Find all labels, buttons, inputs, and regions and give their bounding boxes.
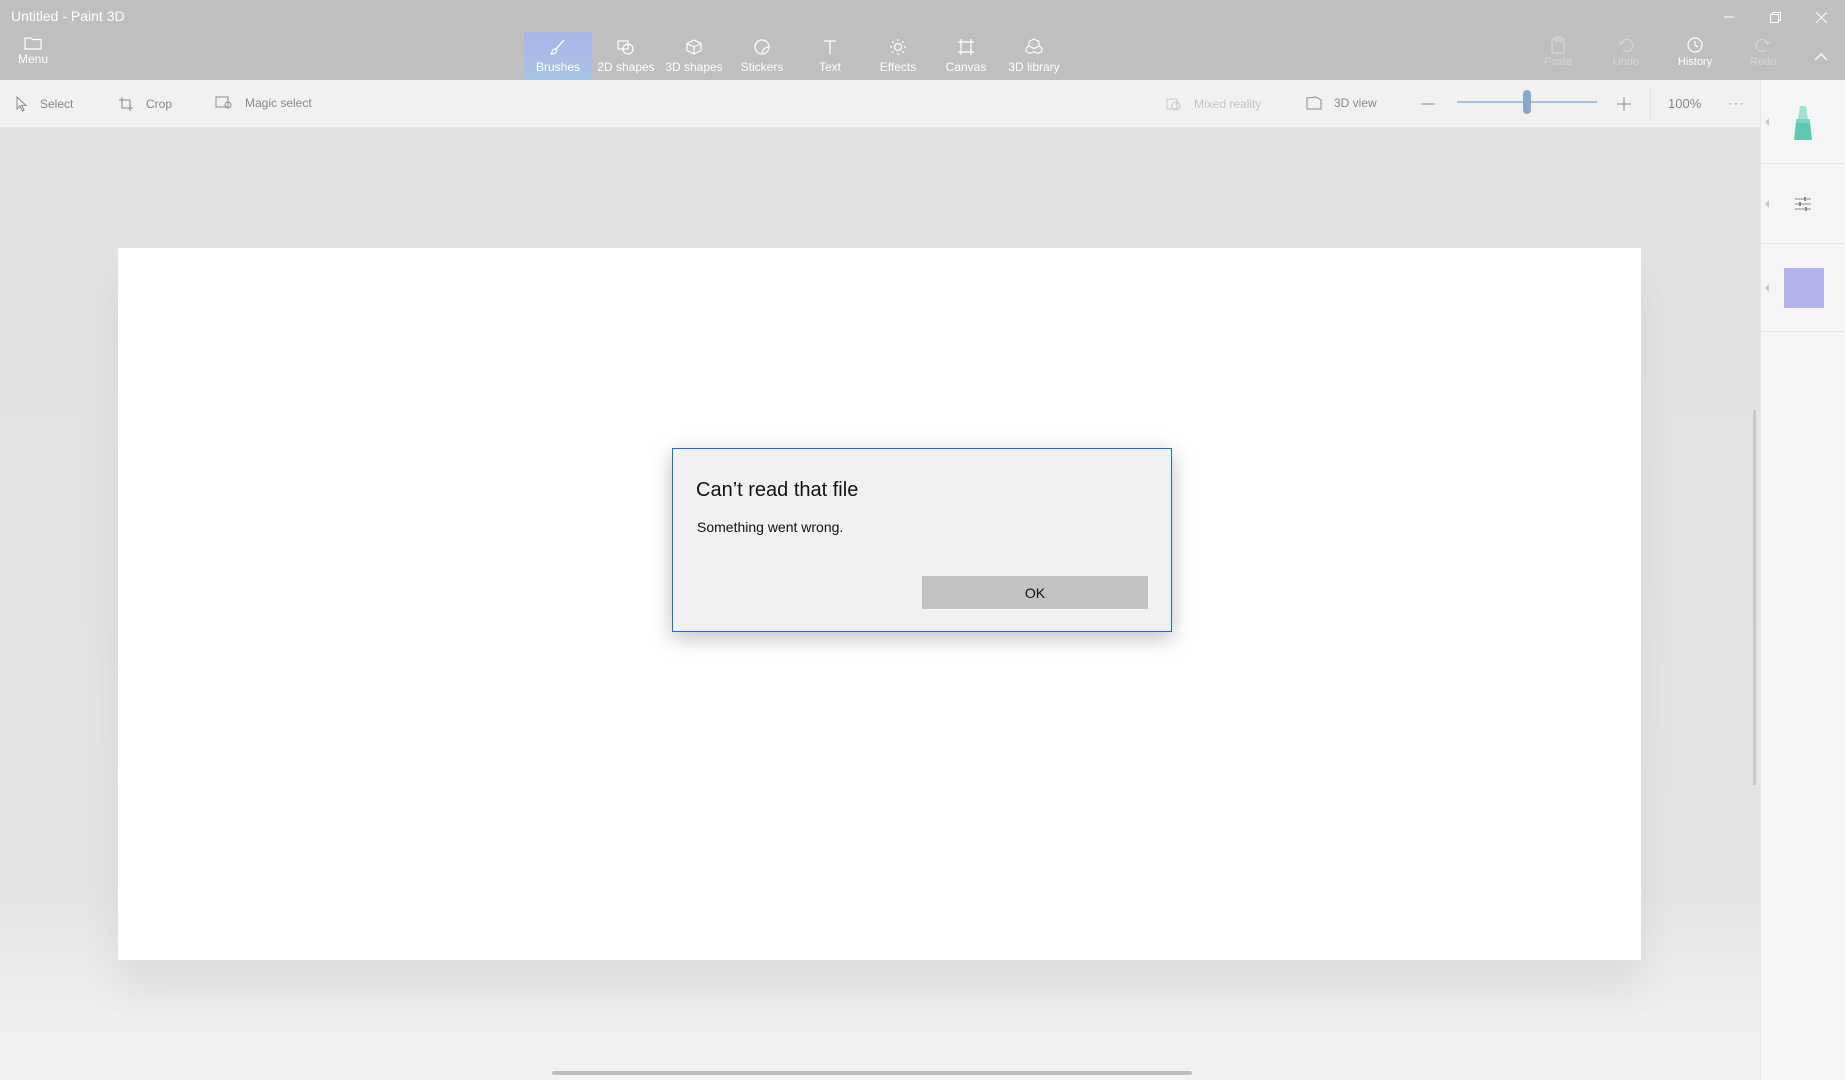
expand-arrow-icon (1765, 284, 1769, 292)
3d-view-button[interactable]: 3D view (1306, 96, 1377, 110)
expand-arrow-icon (1765, 200, 1769, 208)
canvas-icon (958, 39, 974, 55)
tool-3d-library[interactable]: 3D library (1000, 32, 1068, 80)
tool-label: Canvas (945, 60, 987, 74)
tool-canvas[interactable]: Canvas (932, 32, 1000, 80)
select-label: Select (40, 97, 74, 111)
ok-button[interactable]: OK (922, 576, 1148, 609)
3d-shapes-icon (686, 39, 702, 55)
redo-label: Redo (1749, 56, 1777, 68)
tool-text[interactable]: Text (796, 32, 864, 80)
brush-preview-slot[interactable] (1761, 80, 1845, 164)
paste-icon (1551, 36, 1565, 54)
undo-label: Undo (1612, 56, 1640, 68)
crop-label: Crop (146, 97, 173, 111)
restore-button[interactable] (1752, 4, 1798, 30)
select-button[interactable]: Select (16, 96, 73, 112)
minimize-button[interactable] (1706, 4, 1752, 30)
more-icon: ··· (1728, 96, 1746, 110)
brush-settings-slot[interactable] (1761, 164, 1845, 244)
title-bar: Untitled - Paint 3D Menu Brushes 2D shap… (0, 0, 1845, 80)
paste-button[interactable]: Paste (1533, 36, 1583, 68)
3d-library-icon (1025, 38, 1043, 55)
tool-2d-shapes[interactable]: 2D shapes (592, 32, 660, 80)
tool-label: Text (818, 60, 841, 74)
expand-arrow-icon (1765, 118, 1769, 126)
crop-button[interactable]: Crop (118, 96, 172, 112)
close-button[interactable] (1798, 4, 1844, 30)
3d-view-label: 3D view (1334, 96, 1377, 110)
stickers-icon (754, 39, 770, 55)
magic-select-icon (215, 96, 232, 109)
minimize-icon (1724, 16, 1734, 18)
history-button[interactable]: History (1670, 36, 1720, 68)
magic-select-label: Magic select (245, 96, 312, 110)
3d-view-icon (1306, 96, 1322, 110)
zoom-percent: 100% (1668, 96, 1702, 111)
folder-icon (24, 37, 42, 50)
plus-icon (1617, 97, 1631, 111)
menu-label: Menu (17, 52, 49, 66)
close-icon (1815, 11, 1827, 23)
undo-button[interactable]: Undo (1601, 36, 1651, 68)
tool-brushes[interactable]: Brushes (524, 32, 592, 80)
mixed-reality-icon (1166, 98, 1181, 111)
side-panel (1760, 80, 1845, 1080)
tool-label: Effects (879, 60, 917, 74)
vertical-scrollbar[interactable] (1753, 410, 1756, 785)
tool-label: Stickers (740, 60, 784, 74)
paste-label: Paste (1543, 56, 1573, 68)
dialog-message: Something went wrong. (697, 519, 844, 535)
toolbar-divider (1650, 88, 1651, 120)
history-icon (1687, 37, 1703, 53)
zoom-in-button[interactable] (1616, 96, 1632, 112)
selected-color-swatch[interactable] (1784, 268, 1824, 308)
window-title: Untitled - Paint 3D (11, 8, 125, 24)
history-label: History (1677, 56, 1713, 68)
restore-icon (1769, 11, 1781, 23)
tool-label: 3D shapes (665, 60, 723, 74)
collapse-ribbon-button[interactable] (1798, 44, 1844, 70)
tool-label: Brushes (535, 60, 581, 74)
tool-label: 3D library (1008, 60, 1060, 74)
minus-icon (1421, 103, 1435, 105)
error-dialog: Can’t read that file Something went wron… (672, 448, 1172, 632)
marker-icon (1794, 106, 1812, 140)
color-slot[interactable] (1761, 244, 1845, 332)
redo-icon (1755, 38, 1771, 53)
zoom-slider-thumb[interactable] (1523, 90, 1531, 114)
undo-icon (1618, 38, 1634, 53)
more-options-button[interactable]: ··· (1728, 96, 1746, 110)
chevron-up-icon (1814, 53, 1828, 61)
tool-effects[interactable]: Effects (864, 32, 932, 80)
redo-button[interactable]: Redo (1738, 36, 1788, 68)
tool-label: 2D shapes (597, 60, 655, 74)
zoom-out-button[interactable] (1420, 96, 1436, 112)
tool-3d-shapes[interactable]: 3D shapes (660, 32, 728, 80)
2d-shapes-icon (617, 40, 634, 55)
text-icon (824, 40, 836, 54)
menu-button[interactable]: Menu (8, 36, 58, 76)
tool-stickers[interactable]: Stickers (728, 32, 796, 80)
sliders-icon (1795, 197, 1811, 211)
crop-icon (119, 97, 133, 111)
brush-icon (549, 39, 565, 55)
mixed-reality-button[interactable]: Mixed reality (1166, 96, 1261, 112)
horizontal-scrollbar[interactable] (552, 1071, 1192, 1075)
mixed-reality-label: Mixed reality (1194, 97, 1262, 111)
magic-select-button[interactable]: Magic select (215, 96, 312, 110)
cursor-icon (16, 96, 28, 112)
dialog-title: Can’t read that file (696, 479, 859, 501)
effects-icon (890, 39, 906, 55)
